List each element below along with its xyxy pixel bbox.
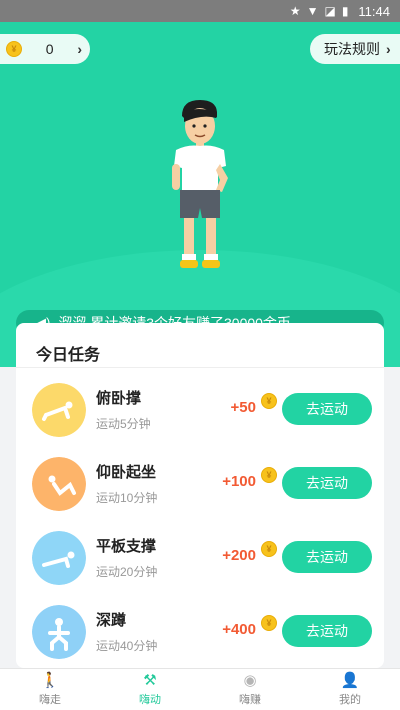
user-icon: 👤 <box>340 671 360 689</box>
squat-icon <box>32 605 86 659</box>
push-up-icon <box>32 383 86 437</box>
tab-label: 我的 <box>339 693 361 706</box>
sit-up-icon <box>32 457 86 511</box>
coin-icon: ¥ <box>261 393 277 409</box>
task-duration: 运动5分钟 <box>96 417 151 431</box>
wifi-icon: ▼ <box>306 4 319 18</box>
task-name: 仰卧起坐 <box>96 464 157 481</box>
tab-label: 嗨赚 <box>239 693 261 706</box>
star-icon: ★ <box>289 4 301 18</box>
plank-icon <box>32 531 86 585</box>
task-duration: 运动40分钟 <box>96 639 158 653</box>
tab-walk[interactable]: 🚶 嗨走 <box>0 669 100 710</box>
tab-label: 嗨走 <box>39 693 61 706</box>
task-row: 平板支撑 运动20分钟 +200 ¥ 去运动 <box>16 523 384 597</box>
walk-icon: 🚶 <box>40 671 60 689</box>
go-exercise-button[interactable]: 去运动 <box>282 541 372 573</box>
coin-icon: ¥ <box>261 467 277 483</box>
coin-balance-pill[interactable]: ¥ 0 › <box>0 34 90 64</box>
coin-icon: ¥ <box>261 541 277 557</box>
task-duration: 运动10分钟 <box>96 491 158 505</box>
task-card-title: 今日任务 <box>36 347 101 364</box>
coin-icon: ¥ <box>261 615 277 631</box>
coin-count: 0 <box>45 41 54 57</box>
go-exercise-button[interactable]: 去运动 <box>282 467 372 499</box>
tab-label: 嗨动 <box>139 693 161 706</box>
tab-earn[interactable]: ◉ 嗨赚 <box>200 669 300 710</box>
tab-profile[interactable]: 👤 我的 <box>300 669 400 710</box>
task-row: 深蹲 运动40分钟 +400 ¥ 去运动 <box>16 597 384 668</box>
task-row: 俯卧撑 运动5分钟 +50 ¥ 去运动 <box>16 375 384 449</box>
task-row: 仰卧起坐 运动10分钟 +100 ¥ 去运动 <box>16 449 384 523</box>
task-reward: +200 <box>222 547 256 564</box>
task-name: 平板支撑 <box>96 538 157 555</box>
go-exercise-button[interactable]: 去运动 <box>282 615 372 647</box>
task-reward: +100 <box>222 473 256 490</box>
daily-task-card: 今日任务 俯卧撑 运动5分钟 +50 ¥ 去运动 仰卧起坐 运动10分钟 +10… <box>16 323 384 668</box>
divider <box>16 367 384 368</box>
no-sim-icon: ◪ <box>324 4 336 18</box>
coin-icon: ¥ <box>6 41 22 57</box>
task-reward: +50 <box>230 399 256 416</box>
task-name: 深蹲 <box>96 612 127 629</box>
rules-label: 玩法规则 <box>324 41 380 57</box>
status-time: 11:44 <box>358 3 390 19</box>
coin-icon: ◉ <box>243 671 257 689</box>
go-exercise-button[interactable]: 去运动 <box>282 393 372 425</box>
status-bar: ★ ▼ ◪ ▮ 11:44 <box>0 0 400 22</box>
battery-icon: ▮ <box>341 4 349 18</box>
bottom-tab-bar: 🚶 嗨走 ⚒ 嗨动 ◉ 嗨赚 👤 我的 <box>0 668 400 710</box>
character-illustration <box>172 100 228 268</box>
rules-button[interactable]: 玩法规则 › <box>310 34 400 64</box>
chevron-right-icon: › <box>77 41 82 57</box>
chevron-right-icon: › <box>386 41 391 57</box>
tab-exercise[interactable]: ⚒ 嗨动 <box>100 669 200 710</box>
task-reward: +400 <box>222 621 256 638</box>
hero-banner: ¥ 0 › 玩法规则 › ◀) 溜溜 累计邀请3个好友赚了3 <box>0 22 400 367</box>
task-name: 俯卧撑 <box>96 390 142 407</box>
dumbbell-icon: ⚒ <box>143 671 157 689</box>
task-duration: 运动20分钟 <box>96 565 158 579</box>
